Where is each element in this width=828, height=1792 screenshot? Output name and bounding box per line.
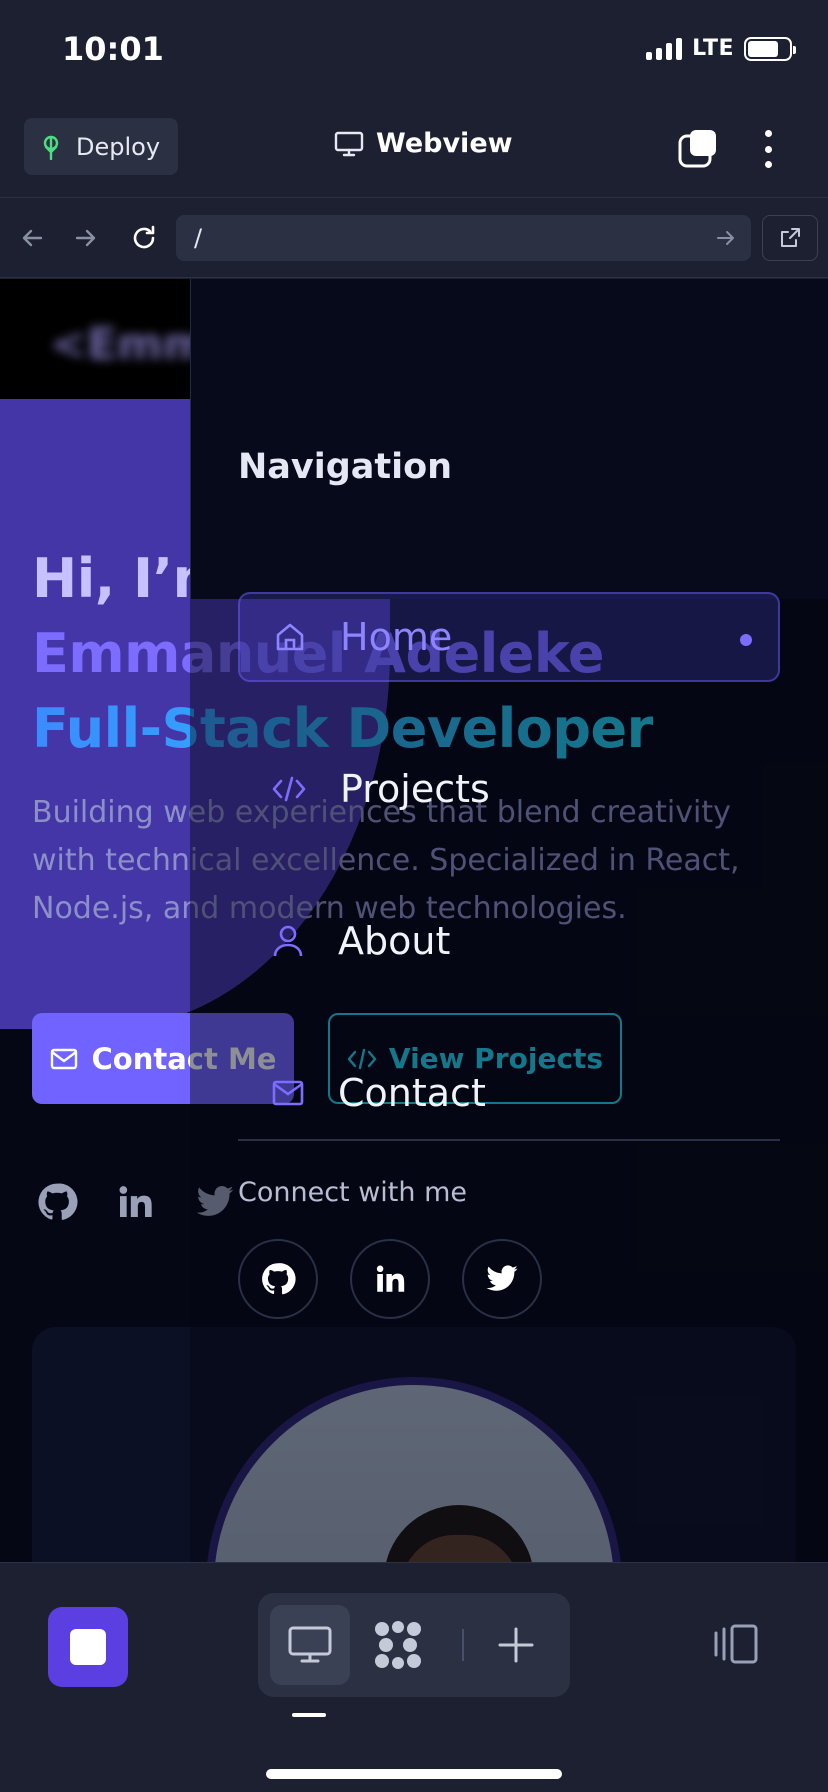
url-toolbar: / bbox=[0, 198, 828, 278]
app-header: Deploy Webview bbox=[0, 100, 828, 198]
drawer-header bbox=[190, 279, 828, 599]
back-icon[interactable] bbox=[12, 218, 52, 258]
apps-grid-button[interactable] bbox=[368, 1615, 428, 1675]
go-arrow-icon[interactable] bbox=[715, 227, 737, 249]
connect-label: Connect with me bbox=[238, 1177, 467, 1208]
hero-linkedin-icon[interactable] bbox=[112, 1179, 158, 1225]
url-text: / bbox=[194, 224, 203, 252]
webview-title-label: Webview bbox=[376, 128, 513, 159]
webview-tab-button[interactable] bbox=[270, 1605, 350, 1685]
deploy-button[interactable]: Deploy bbox=[24, 118, 179, 175]
open-external-button[interactable] bbox=[762, 215, 818, 261]
code-icon bbox=[272, 776, 306, 802]
forward-icon[interactable] bbox=[66, 218, 106, 258]
webview-title: Webview bbox=[334, 128, 513, 159]
bottom-toolbar bbox=[0, 1562, 828, 1792]
switcher-separator bbox=[462, 1629, 464, 1661]
stop-icon bbox=[70, 1629, 106, 1665]
drawer-divider bbox=[238, 1139, 780, 1141]
drawer-github-icon[interactable] bbox=[238, 1239, 318, 1319]
active-indicator bbox=[740, 634, 752, 646]
more-menu-icon[interactable] bbox=[750, 126, 786, 172]
nav-item-projects-label: Projects bbox=[340, 767, 490, 811]
home-indicator bbox=[266, 1769, 562, 1779]
deploy-label: Deploy bbox=[76, 132, 161, 161]
nav-item-contact-label: Contact bbox=[338, 1071, 486, 1115]
nav-item-about[interactable]: About bbox=[238, 896, 780, 986]
add-tab-button[interactable] bbox=[486, 1615, 546, 1675]
mail-icon bbox=[50, 1048, 77, 1069]
user-icon bbox=[273, 925, 303, 957]
deploy-icon bbox=[43, 135, 59, 160]
nav-item-about-label: About bbox=[338, 919, 451, 963]
hero-github-icon[interactable] bbox=[34, 1179, 80, 1225]
status-indicators: LTE bbox=[646, 36, 796, 61]
plus-icon bbox=[498, 1627, 534, 1663]
nav-item-contact[interactable]: Contact bbox=[238, 1048, 780, 1138]
home-icon bbox=[276, 623, 304, 651]
navigation-drawer: Navigation Home Projects About Contact C… bbox=[190, 279, 828, 1562]
nav-item-home[interactable]: Home bbox=[238, 592, 780, 682]
drawer-title: Navigation bbox=[238, 447, 453, 487]
nav-item-projects[interactable]: Projects bbox=[238, 744, 780, 834]
url-input[interactable]: / bbox=[176, 215, 751, 261]
tabs-icon bbox=[678, 130, 716, 168]
drawer-linkedin-icon[interactable] bbox=[350, 1239, 430, 1319]
external-link-icon bbox=[781, 228, 800, 247]
battery-icon bbox=[744, 36, 796, 61]
status-time: 10:01 bbox=[62, 30, 164, 68]
side-panel-icon bbox=[714, 1624, 758, 1664]
tabs-button[interactable] bbox=[678, 128, 718, 168]
signal-icon bbox=[646, 37, 683, 60]
apps-grid-icon bbox=[375, 1621, 421, 1669]
side-panel-button[interactable] bbox=[712, 1623, 760, 1669]
active-tab-indicator bbox=[292, 1713, 326, 1717]
status-bar: 10:01 LTE bbox=[0, 0, 828, 100]
webview-content: <Emm Hi, I’m Emmanuel Adeleke Full-Stack… bbox=[0, 279, 828, 1562]
reload-icon[interactable] bbox=[124, 218, 164, 258]
monitor-icon bbox=[334, 131, 364, 156]
stop-button[interactable] bbox=[48, 1607, 128, 1687]
monitor-icon bbox=[288, 1626, 332, 1663]
mail-icon bbox=[272, 1080, 304, 1106]
nav-item-home-label: Home bbox=[340, 615, 453, 659]
drawer-twitter-icon[interactable] bbox=[462, 1239, 542, 1319]
site-logo-blurred: <Emm bbox=[50, 319, 209, 370]
view-switcher bbox=[258, 1593, 570, 1697]
network-label: LTE bbox=[692, 36, 734, 61]
